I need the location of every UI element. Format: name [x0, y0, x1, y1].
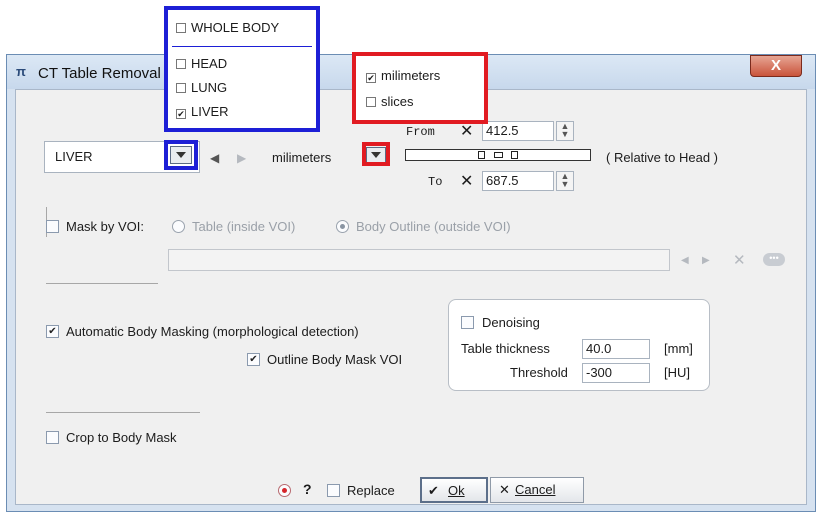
separator [46, 412, 200, 413]
table-thickness-label: Table thickness [461, 341, 550, 356]
to-label: To [428, 175, 443, 189]
close-icon: ✕ [499, 482, 510, 497]
table-thickness-unit: [mm] [664, 341, 693, 356]
option-checkbox [176, 23, 186, 33]
clear-voi-icon[interactable]: ✕ [733, 251, 746, 269]
crop-to-body-mask-label: Crop to Body Mask [66, 430, 177, 445]
to-clear-icon[interactable]: ✕ [460, 171, 473, 191]
replace-label: Replace [347, 483, 395, 498]
units-option-slices[interactable]: slices [366, 94, 414, 109]
units-popup-list: milimeters slices [352, 52, 488, 124]
table-inside-voi-radio[interactable] [172, 220, 185, 233]
range-bar[interactable] [494, 152, 503, 158]
denoising-checkbox[interactable] [461, 316, 474, 329]
previous-voi-icon[interactable]: ◀ [681, 255, 689, 267]
app-icon: π [16, 64, 26, 79]
option-checkbox [366, 73, 376, 83]
table-thickness-input[interactable]: 40.0 [582, 339, 650, 359]
mask-by-voi-checkbox[interactable] [46, 220, 59, 233]
automatic-body-masking-label: Automatic Body Masking (morphological de… [66, 324, 359, 339]
option-label: HEAD [191, 56, 228, 71]
replace-checkbox[interactable] [327, 484, 340, 497]
cancel-button-label: Cancel [515, 482, 556, 497]
to-spinner[interactable]: ▲ ▼ [556, 171, 574, 191]
threshold-label: Threshold [510, 365, 568, 380]
range-high-handle[interactable] [511, 151, 518, 159]
outline-body-mask-label: Outline Body Mask VOI [267, 352, 403, 367]
units-option-milimeters[interactable]: milimeters [366, 68, 440, 83]
threshold-input[interactable]: -300 [582, 363, 650, 383]
option-label: WHOLE BODY [191, 20, 280, 35]
from-clear-icon[interactable]: ✕ [460, 121, 473, 141]
more-options-icon[interactable]: ••• [763, 253, 785, 266]
voi-select[interactable] [168, 249, 670, 271]
checkmark-icon: ✔ [428, 483, 439, 498]
to-input[interactable]: 687.5 [482, 171, 554, 191]
ok-button[interactable]: ✔ Ok [420, 477, 488, 503]
units-dropdown-highlight [362, 142, 390, 166]
list-divider [172, 46, 312, 47]
table-inside-voi-label: Table (inside VOI) [192, 219, 296, 234]
body-part-option-whole-body[interactable]: WHOLE BODY [176, 20, 279, 35]
mask-by-voi-label: Mask by VOI: [66, 219, 145, 234]
next-voi-icon[interactable]: ▶ [702, 255, 710, 267]
outline-body-mask-checkbox[interactable] [247, 353, 260, 366]
option-checkbox [176, 83, 186, 93]
body-outline-radio[interactable] [336, 220, 349, 233]
dropdown-button-highlight [164, 140, 198, 170]
option-checkbox [176, 109, 186, 119]
body-part-popup-list: WHOLE BODY HEAD LUNG LIVER [164, 6, 320, 132]
help-button[interactable]: ? [303, 481, 312, 497]
option-checkbox [176, 59, 186, 69]
relative-to-label: ( Relative to Head ) [606, 150, 718, 165]
previous-arrow-icon[interactable]: ◀ [210, 152, 219, 164]
option-label: milimeters [381, 68, 441, 83]
range-slider[interactable] [405, 149, 591, 161]
cancel-button[interactable]: ✕ Cancel [490, 477, 584, 503]
body-outline-label: Body Outline (outside VOI) [356, 219, 511, 234]
automatic-body-masking-checkbox[interactable] [46, 325, 59, 338]
option-label: LIVER [191, 104, 229, 119]
crop-to-body-mask-checkbox[interactable] [46, 431, 59, 444]
body-part-option-lung[interactable]: LUNG [176, 80, 227, 95]
next-arrow-icon[interactable]: ▶ [237, 152, 246, 164]
ok-button-label: Ok [448, 483, 465, 498]
from-spinner[interactable]: ▲ ▼ [556, 121, 574, 141]
option-label: slices [381, 94, 414, 109]
window-title: CT Table Removal [38, 65, 161, 82]
body-part-option-head[interactable]: HEAD [176, 56, 227, 71]
range-low-handle[interactable] [478, 151, 485, 159]
from-label: From [406, 125, 435, 139]
denoising-label: Denoising [482, 315, 540, 330]
body-part-selected-label: LIVER [55, 149, 93, 164]
units-label: milimeters [272, 150, 332, 165]
record-indicator-icon[interactable] [278, 484, 291, 497]
close-button[interactable]: X [750, 55, 802, 77]
option-label: LUNG [191, 80, 228, 95]
from-input[interactable]: 412.5 [482, 121, 554, 141]
option-checkbox [366, 97, 376, 107]
threshold-unit: [HU] [664, 365, 690, 380]
body-part-option-liver[interactable]: LIVER [176, 104, 229, 119]
separator [46, 283, 158, 284]
